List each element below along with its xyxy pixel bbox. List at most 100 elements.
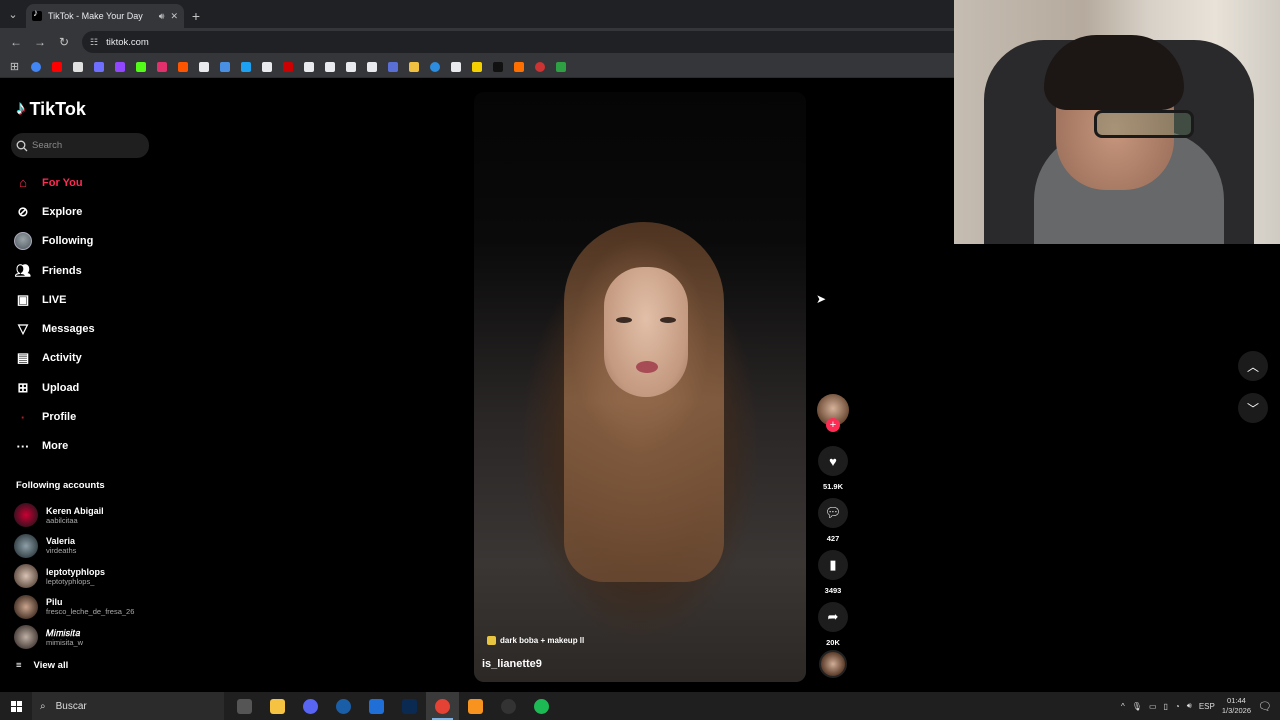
bookmark-youtube-icon[interactable] (49, 59, 64, 74)
bookmark-bookmark-20-icon[interactable] (427, 59, 442, 74)
bookmark-favicon (450, 61, 461, 72)
steam-icon[interactable] (327, 692, 360, 720)
tray-chevron-up-icon[interactable]: ^ (1121, 702, 1125, 711)
like-count: 51.9K (822, 482, 843, 491)
following-account-item[interactable]: Pilu fresco_leche_de_fresa_26 (14, 592, 164, 623)
bookmark-bookmark-4-icon[interactable] (91, 59, 106, 74)
task-view-icon[interactable] (228, 692, 261, 720)
bookmark-bookmark-24-icon[interactable] (511, 59, 526, 74)
bookmark-x-icon[interactable] (196, 59, 211, 74)
following-account-item[interactable]: leptotyphlops leptotyphlops_ (14, 561, 164, 592)
follow-plus-icon[interactable]: + (826, 418, 840, 432)
tiktok-logo[interactable]: ♪ TikTok (16, 98, 86, 120)
previous-video-chevron-up-icon[interactable]: ︿ (1238, 351, 1268, 381)
more-icon: ··· (16, 438, 30, 454)
view-all-link[interactable]: ≡ View all (16, 660, 68, 671)
microphone-icon[interactable]: 🎙︎ (1132, 702, 1142, 711)
nav-item-friends[interactable]: 👥︎ Friends (14, 256, 164, 285)
bookmark-notion-icon[interactable] (343, 59, 358, 74)
bookmark-soundcloud-icon[interactable] (175, 59, 190, 74)
bookmark-bookmark-12-icon[interactable] (259, 59, 274, 74)
nav-item-for-you[interactable]: ⌂ For You (14, 168, 164, 197)
bookmark-bookmark-19-icon[interactable] (406, 59, 421, 74)
close-tab-icon[interactable]: ✕ (170, 11, 178, 22)
nav-item-profile[interactable]: · Profile (14, 402, 164, 431)
bookmark-bookmark-25-icon[interactable] (532, 59, 547, 74)
bookmark-twitch-icon[interactable] (112, 59, 127, 74)
chrome-icon-glyph (435, 698, 450, 714)
bookmark-bookmark-23-icon[interactable] (490, 59, 505, 74)
account-username: aabilcitaa (46, 515, 78, 525)
tiktok-favicon-icon (32, 8, 42, 21)
bookmark-bookmark-10-icon[interactable] (217, 59, 232, 74)
notifications-icon[interactable]: 🗨︎ (1258, 700, 1272, 713)
nav-item-messages[interactable]: ▽ Messages (14, 314, 164, 343)
following-account-item[interactable]: 𝑀𝑖𝑚𝑖𝑠𝑖𝑡𝑎 mimisita_w (14, 622, 164, 653)
bookmark-instagram-icon[interactable] (154, 59, 169, 74)
bookmark-bookmark-14-icon[interactable] (301, 59, 316, 74)
discord-icon[interactable] (294, 692, 327, 720)
network-icon[interactable]: ▭ (1149, 702, 1157, 711)
bookmark-bookmark-21-icon[interactable] (448, 59, 463, 74)
video-author[interactable]: is_lianette9 (482, 658, 542, 670)
chrome-icon[interactable] (426, 692, 459, 720)
account-text: 𝑀𝑖𝑚𝑖𝑠𝑖𝑡𝑎 mimisita_w (46, 628, 83, 647)
share-arrow-icon[interactable]: ➦ (818, 602, 848, 632)
nav-item-activity[interactable]: ▤ Activity (14, 344, 164, 373)
nav-item-following[interactable]: Following (14, 227, 164, 256)
bookmark-bookmark-22-icon[interactable] (469, 59, 484, 74)
taskbar-search[interactable]: ⌕ Buscar (32, 692, 224, 720)
language-indicator[interactable]: ESP (1199, 702, 1215, 711)
bookmark-kick-icon[interactable] (133, 59, 148, 74)
battery-icon[interactable]: ▯ (1164, 702, 1168, 711)
fl-studio-icon[interactable] (459, 692, 492, 720)
creator-avatar[interactable]: + (817, 394, 849, 432)
search-input[interactable]: Search (11, 133, 149, 158)
spotify-icon[interactable] (525, 692, 558, 720)
video-player[interactable]: dark boba + makeup ll is_lianette9 (474, 92, 806, 682)
clock[interactable]: 01:44 1/3/2026 (1222, 696, 1251, 716)
nav-item-upload[interactable]: ⊞ Upload (14, 373, 164, 402)
file-explorer-icon[interactable] (261, 692, 294, 720)
bookmark-bookmark-26-icon[interactable] (553, 59, 568, 74)
bookmark-bookmark-3-icon[interactable] (70, 59, 85, 74)
reload-icon[interactable]: ↻ (54, 32, 74, 52)
speaker-icon[interactable]: 🔊︎ (159, 11, 165, 22)
bookmark-bookmark-17-icon[interactable] (364, 59, 379, 74)
bookmark-favicon (72, 61, 83, 72)
back-arrow-icon[interactable]: ← (6, 32, 26, 52)
bookmark-google-icon[interactable] (28, 59, 43, 74)
sound-label[interactable]: dark boba + makeup ll (487, 636, 584, 645)
next-video-chevron-down-icon[interactable]: ﹀ (1238, 393, 1268, 423)
nav-item-explore[interactable]: ⊘ Explore (14, 197, 164, 226)
nav-item-more[interactable]: ··· More (14, 432, 164, 461)
windows-start-icon[interactable] (0, 692, 32, 720)
forward-arrow-icon[interactable]: → (30, 32, 50, 52)
following-account-item[interactable]: Keren Abigail aabilcitaa (14, 500, 164, 531)
vegas-icon[interactable] (360, 692, 393, 720)
task-view-icon-glyph (237, 698, 252, 714)
webcam-overlay (954, 0, 1280, 244)
apps-grid-icon[interactable]: ⊞ (7, 59, 22, 74)
tab-search-chevron-icon[interactable]: ⌄ (0, 0, 26, 28)
bookmark-bookmark-11-icon[interactable] (238, 59, 253, 74)
photoshop-icon[interactable] (393, 692, 426, 720)
bookmark-favicon (219, 61, 230, 72)
bookmark-bookmark-18-icon[interactable] (385, 59, 400, 74)
bookmark-favicon (408, 61, 419, 72)
address-bar[interactable]: ☷ tiktok.com (82, 31, 954, 53)
sound-disc-icon[interactable] (819, 650, 847, 678)
bookmark-bookmark-13-icon[interactable] (280, 59, 295, 74)
nav-item-live[interactable]: ▣ LIVE (14, 285, 164, 314)
comment-icon[interactable]: 💬︎ (818, 498, 848, 528)
wifi-icon[interactable]: ◔ (1175, 702, 1180, 711)
following-account-item[interactable]: Valeria virdeaths (14, 531, 164, 562)
volume-icon[interactable]: 🔊︎ (1187, 701, 1192, 711)
tab-tiktok[interactable]: TikTok - Make Your Day 🔊︎ ✕ (26, 4, 184, 28)
like-heart-icon[interactable]: ♥ (818, 446, 848, 476)
site-settings-icon[interactable]: ☷ (90, 37, 98, 48)
new-tab-button[interactable]: + (184, 4, 208, 28)
bookmark-icon[interactable]: ▮ (818, 550, 848, 580)
obs-icon[interactable] (492, 692, 525, 720)
bookmark-bookmark-15-icon[interactable] (322, 59, 337, 74)
